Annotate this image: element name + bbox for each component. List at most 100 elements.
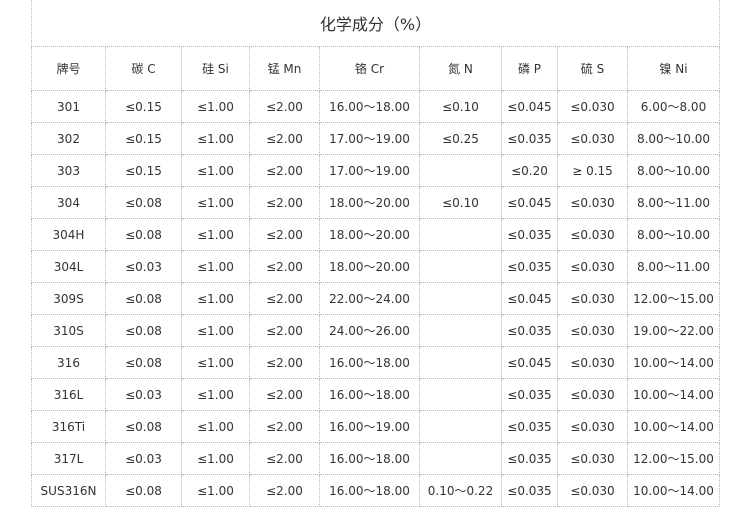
phosphorus-cell: ≤0.035 [501, 410, 558, 443]
nitrogen-cell [419, 314, 502, 347]
silicon-cell: ≤1.00 [181, 282, 250, 315]
chromium-cell: 16.00～18.00 [319, 346, 420, 379]
header-carbon: 碳 C [105, 46, 182, 91]
carbon-cell: ≤0.08 [105, 474, 182, 507]
grade-cell: 310S [31, 314, 106, 347]
manganese-cell: ≤2.00 [249, 250, 320, 283]
manganese-cell: ≤2.00 [249, 474, 320, 507]
nickel-cell: 6.00～8.00 [627, 90, 720, 123]
silicon-cell: ≤1.00 [181, 474, 250, 507]
table-row: 316Ti ≤0.08 ≤1.00 ≤2.00 16.00～19.00 ≤0.035 ≤0.… [31, 410, 720, 443]
table-row: 310S ≤0.08 ≤1.00 ≤2.00 24.00～26.00 ≤0.035 ≤0.0… [31, 314, 720, 347]
grade-cell: 304H [31, 218, 106, 251]
phosphorus-cell: ≤0.035 [501, 250, 558, 283]
silicon-cell: ≤1.00 [181, 250, 250, 283]
nickel-cell: 10.00～14.00 [627, 410, 720, 443]
header-row: 牌号 碳 C 硅 Si 锰 Mn 铬 Cr 氮 N 磷 P 硫 S 镍 Ni [31, 46, 720, 91]
carbon-cell: ≤0.08 [105, 346, 182, 379]
sulfur-cell: ≤0.030 [557, 314, 628, 347]
chemical-composition-table: 化学成分（%） 牌号 碳 C 硅 Si 锰 Mn 铬 Cr 氮 N 磷 P 硫 … [31, 0, 720, 507]
nickel-cell: 19.00～22.00 [627, 314, 720, 347]
table-row: 316 ≤0.08 ≤1.00 ≤2.00 16.00～18.00 ≤0.045 ≤0.03… [31, 346, 720, 379]
silicon-cell: ≤1.00 [181, 346, 250, 379]
sulfur-cell: ≤0.030 [557, 442, 628, 475]
grade-cell: SUS316N [31, 474, 106, 507]
header-grade: 牌号 [31, 46, 106, 91]
grade-cell: 303 [31, 154, 106, 187]
silicon-cell: ≤1.00 [181, 90, 250, 123]
carbon-cell: ≤0.08 [105, 186, 182, 219]
nitrogen-cell: ≤0.25 [419, 122, 502, 155]
grade-cell: 316Ti [31, 410, 106, 443]
carbon-cell: ≤0.03 [105, 442, 182, 475]
manganese-cell: ≤2.00 [249, 218, 320, 251]
nickel-cell: 8.00～10.00 [627, 154, 720, 187]
table-row: 304L ≤0.03 ≤1.00 ≤2.00 18.00～20.00 ≤0.035 ≤0.0… [31, 250, 720, 283]
silicon-cell: ≤1.00 [181, 378, 250, 411]
phosphorus-cell: ≤0.035 [501, 442, 558, 475]
table-title: 化学成分（%） [31, 0, 720, 47]
manganese-cell: ≤2.00 [249, 282, 320, 315]
sulfur-cell: ≤0.030 [557, 282, 628, 315]
silicon-cell: ≤1.00 [181, 154, 250, 187]
chromium-cell: 17.00～19.00 [319, 122, 420, 155]
phosphorus-cell: ≤0.035 [501, 378, 558, 411]
table-row: 316L ≤0.03 ≤1.00 ≤2.00 16.00～18.00 ≤0.035 ≤0.0… [31, 378, 720, 411]
composition-table-container: 化学成分（%） 牌号 碳 C 硅 Si 锰 Mn 铬 Cr 氮 N 磷 P 硫 … [31, 0, 720, 507]
header-silicon: 硅 Si [181, 46, 250, 91]
nitrogen-cell: 0.10～0.22 [419, 474, 502, 507]
sulfur-cell: ≤0.030 [557, 90, 628, 123]
sulfur-cell: ≤0.030 [557, 218, 628, 251]
chromium-cell: 16.00～18.00 [319, 378, 420, 411]
sulfur-cell: ≤0.030 [557, 186, 628, 219]
sulfur-cell: ≤0.030 [557, 346, 628, 379]
phosphorus-cell: ≤0.045 [501, 282, 558, 315]
nickel-cell: 12.00～15.00 [627, 442, 720, 475]
phosphorus-cell: ≤0.045 [501, 186, 558, 219]
table-row: 303 ≤0.15 ≤1.00 ≤2.00 17.00～19.00 ≤0.20 ≥ 0.15… [31, 154, 720, 187]
grade-cell: 302 [31, 122, 106, 155]
table-row: 304 ≤0.08 ≤1.00 ≤2.00 18.00～20.00 ≤0.10 ≤0.045… [31, 186, 720, 219]
chromium-cell: 16.00～18.00 [319, 90, 420, 123]
manganese-cell: ≤2.00 [249, 90, 320, 123]
chromium-cell: 18.00～20.00 [319, 250, 420, 283]
nitrogen-cell [419, 410, 502, 443]
phosphorus-cell: ≤0.045 [501, 90, 558, 123]
nitrogen-cell [419, 378, 502, 411]
nitrogen-cell: ≤0.10 [419, 186, 502, 219]
chromium-cell: 24.00～26.00 [319, 314, 420, 347]
silicon-cell: ≤1.00 [181, 218, 250, 251]
silicon-cell: ≤1.00 [181, 442, 250, 475]
table-row: SUS316N ≤0.08 ≤1.00 ≤2.00 16.00～18.00 0.10～0.… [31, 474, 720, 507]
carbon-cell: ≤0.15 [105, 90, 182, 123]
header-phosphorus: 磷 P [501, 46, 558, 91]
nitrogen-cell: ≤0.10 [419, 90, 502, 123]
sulfur-cell: ≤0.030 [557, 474, 628, 507]
chromium-cell: 16.00～19.00 [319, 410, 420, 443]
nickel-cell: 10.00～14.00 [627, 474, 720, 507]
carbon-cell: ≤0.08 [105, 314, 182, 347]
title-row: 化学成分（%） [31, 0, 720, 47]
table-row: 309S ≤0.08 ≤1.00 ≤2.00 22.00～24.00 ≤0.045 ≤0.0… [31, 282, 720, 315]
chromium-cell: 17.00～19.00 [319, 154, 420, 187]
carbon-cell: ≤0.03 [105, 378, 182, 411]
grade-cell: 316L [31, 378, 106, 411]
table-row: 302 ≤0.15 ≤1.00 ≤2.00 17.00～19.00 ≤0.25 ≤0.035… [31, 122, 720, 155]
carbon-cell: ≤0.15 [105, 122, 182, 155]
header-nitrogen: 氮 N [419, 46, 502, 91]
nickel-cell: 10.00～14.00 [627, 378, 720, 411]
manganese-cell: ≤2.00 [249, 378, 320, 411]
phosphorus-cell: ≤0.035 [501, 314, 558, 347]
phosphorus-cell: ≤0.035 [501, 122, 558, 155]
carbon-cell: ≤0.08 [105, 218, 182, 251]
chromium-cell: 16.00～18.00 [319, 442, 420, 475]
sulfur-cell: ≤0.030 [557, 410, 628, 443]
header-sulfur: 硫 S [557, 46, 628, 91]
header-nickel: 镍 Ni [627, 46, 720, 91]
silicon-cell: ≤1.00 [181, 186, 250, 219]
chromium-cell: 16.00～18.00 [319, 474, 420, 507]
header-manganese: 锰 Mn [249, 46, 320, 91]
manganese-cell: ≤2.00 [249, 442, 320, 475]
silicon-cell: ≤1.00 [181, 122, 250, 155]
sulfur-cell: ≤0.030 [557, 378, 628, 411]
